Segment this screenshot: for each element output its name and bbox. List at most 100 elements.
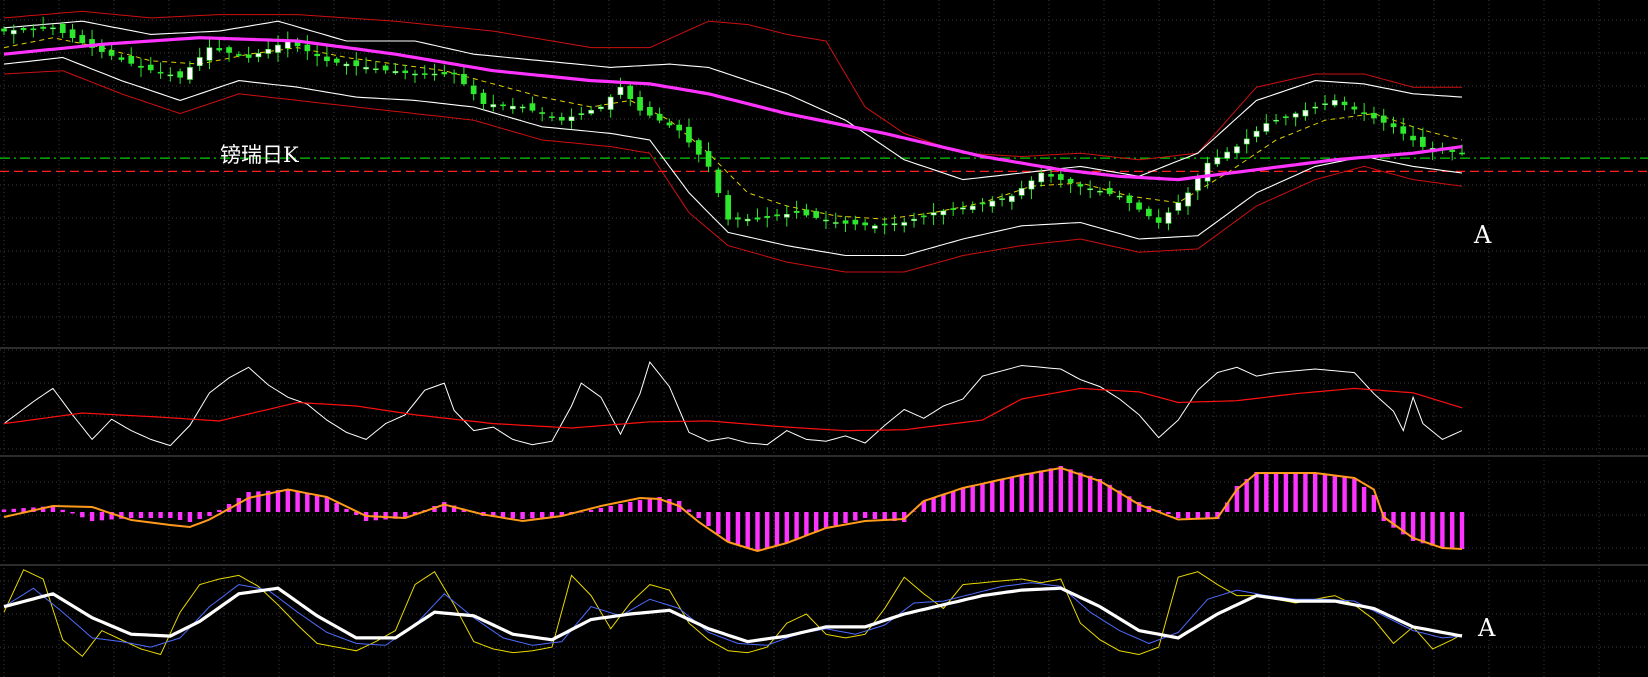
chart-canvas: 镑瑞日K A A: [0, 0, 1648, 677]
macd-bar: [774, 512, 780, 546]
macd-bar: [882, 512, 887, 520]
macd-bar: [520, 512, 525, 519]
macd-bar: [99, 512, 105, 521]
macd-bar: [1361, 487, 1367, 512]
macd-bar: [628, 502, 633, 512]
macd-bar: [1440, 512, 1445, 548]
macd-bar: [1459, 512, 1465, 549]
macd-bar: [1058, 466, 1063, 512]
macd-bar: [1313, 473, 1318, 512]
macd-bar: [1420, 512, 1426, 544]
macd-bar: [970, 485, 975, 512]
macd-bar: [1303, 472, 1308, 512]
macd-bar: [814, 512, 819, 532]
macd-bar: [990, 481, 995, 512]
macd-bar: [1244, 479, 1249, 512]
marker-a-main: A: [1473, 221, 1492, 249]
macd-bar: [1166, 512, 1171, 514]
candle: [715, 167, 722, 198]
macd-bar: [129, 512, 134, 518]
macd-bar: [80, 512, 85, 518]
macd-bar: [138, 512, 144, 518]
macd-bar: [168, 512, 173, 518]
macd-bar: [598, 508, 604, 512]
macd-bar: [765, 512, 770, 549]
macd-bar: [823, 512, 829, 528]
macd-bar: [853, 512, 858, 521]
macd-bar: [872, 512, 878, 519]
macd-bar: [1078, 472, 1083, 512]
macd-bar: [246, 492, 251, 512]
macd-bar: [510, 512, 515, 519]
macd-bar: [70, 512, 75, 514]
macd-bar: [1371, 495, 1377, 512]
macd-bar: [716, 512, 721, 534]
macd-bar: [1273, 472, 1279, 512]
macd-bar: [1450, 512, 1455, 549]
macd-bar: [618, 504, 623, 512]
macd-bar: [285, 489, 290, 512]
macd-bar: [158, 512, 163, 518]
macd-bar: [540, 512, 545, 518]
macd-bar: [1029, 472, 1034, 513]
macd-bar: [833, 512, 838, 526]
marker-a-bottom: A: [1477, 614, 1496, 642]
macd-bar: [999, 479, 1005, 512]
macd-bar: [334, 503, 339, 512]
macd-bar: [745, 512, 750, 548]
macd-bar: [1039, 470, 1044, 512]
macd-bar: [1342, 477, 1347, 512]
macd-bar: [1254, 472, 1259, 512]
macd-bar: [951, 491, 956, 513]
macd-bar: [843, 512, 848, 523]
macd-bar: [89, 512, 95, 521]
macd-bar: [931, 497, 936, 513]
macd-bar: [1195, 512, 1200, 519]
macd-bar: [275, 490, 281, 512]
macd-bar: [314, 495, 320, 512]
macd-bar: [177, 512, 183, 520]
macd-bar: [11, 508, 16, 512]
macd-bar: [207, 512, 212, 516]
macd-bar: [1322, 474, 1328, 512]
macd-bar: [1264, 472, 1269, 512]
macd-bar: [960, 488, 966, 512]
macd-bar: [735, 512, 741, 545]
macd-bar: [588, 510, 594, 512]
macd-bar: [1097, 479, 1103, 512]
macd-bar: [324, 497, 330, 512]
macd-bar: [1293, 472, 1298, 512]
macd-bar: [980, 483, 985, 512]
macd-bar: [256, 491, 261, 512]
macd-bar: [1332, 476, 1337, 512]
macd-bar: [530, 512, 535, 519]
macd-bar: [295, 491, 300, 512]
macd-bar: [794, 512, 799, 540]
macd-bar: [1430, 512, 1435, 546]
macd-bar: [197, 512, 202, 519]
macd-bar: [784, 512, 789, 543]
macd-bar: [725, 512, 731, 542]
macd-bar: [647, 498, 652, 512]
macd-bar: [862, 512, 868, 518]
macd-bar: [60, 509, 65, 513]
macd-bar: [1088, 475, 1093, 513]
macd-bar: [1009, 477, 1015, 512]
macd-bar: [1, 509, 7, 512]
chart-window: 镑瑞日K A A: [0, 0, 1648, 677]
macd-bar: [755, 512, 760, 551]
macd-bar: [217, 510, 222, 512]
macd-bar: [941, 494, 946, 512]
macd-bar: [305, 493, 310, 513]
macd-bar: [696, 512, 701, 518]
macd-bar: [1185, 512, 1191, 519]
main-chart-label: 镑瑞日K: [220, 143, 299, 167]
macd-bar: [1068, 469, 1073, 513]
macd-bar: [608, 506, 613, 512]
macd-bar: [706, 512, 711, 526]
macd-bar: [148, 512, 153, 518]
macd-bar: [383, 512, 388, 520]
macd-bar: [804, 512, 809, 536]
macd-bar: [1176, 512, 1181, 518]
macd-bar: [1048, 468, 1054, 513]
